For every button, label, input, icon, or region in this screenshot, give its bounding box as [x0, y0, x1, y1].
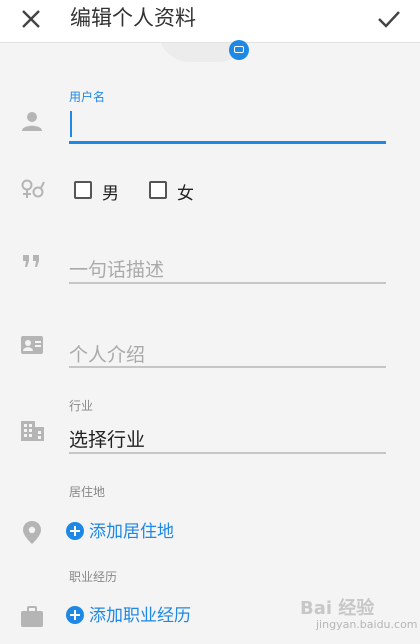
add-career-label: 添加职业经历 — [89, 606, 191, 626]
baidu-watermark: Bai 经验 jingyan.baidu.com — [300, 594, 418, 638]
location-pin-icon — [18, 518, 46, 546]
residence-label: 居住地 — [69, 485, 106, 499]
username-input[interactable] — [69, 108, 386, 140]
username-label: 用户名 — [69, 90, 106, 104]
add-circle-icon — [66, 606, 84, 624]
industry-select[interactable]: 选择行业 — [69, 425, 145, 452]
add-circle-icon — [66, 522, 84, 540]
top-bar: 编辑个人资料 — [0, 0, 420, 43]
intro-underline — [69, 366, 386, 368]
contact-card-icon — [18, 331, 46, 359]
close-icon[interactable] — [16, 4, 46, 34]
industry-underline — [69, 452, 386, 454]
add-residence-label: 添加居住地 — [89, 522, 174, 542]
page-title: 编辑个人资料 — [70, 6, 196, 30]
camera-icon[interactable] — [229, 40, 249, 60]
gender-male-label[interactable]: 男 — [102, 179, 119, 204]
bio-short-underline — [69, 282, 386, 284]
gender-female-label[interactable]: 女 — [177, 179, 194, 204]
watermark-main: Bai 经验 — [300, 598, 375, 619]
quote-icon — [18, 248, 46, 276]
person-icon — [18, 108, 46, 136]
bio-short-input[interactable]: 一句话描述 — [69, 255, 164, 282]
gender-icon — [18, 176, 46, 204]
gender-female-checkbox[interactable] — [149, 181, 167, 199]
industry-label: 行业 — [69, 399, 94, 413]
username-underline — [69, 141, 386, 144]
career-label: 职业经历 — [69, 570, 118, 584]
intro-input[interactable]: 个人介绍 — [69, 340, 145, 367]
building-icon — [18, 416, 46, 444]
briefcase-icon — [18, 603, 46, 631]
check-icon[interactable] — [374, 4, 404, 34]
watermark-sub: jingyan.baidu.com — [316, 618, 418, 631]
gender-male-checkbox[interactable] — [74, 181, 92, 199]
